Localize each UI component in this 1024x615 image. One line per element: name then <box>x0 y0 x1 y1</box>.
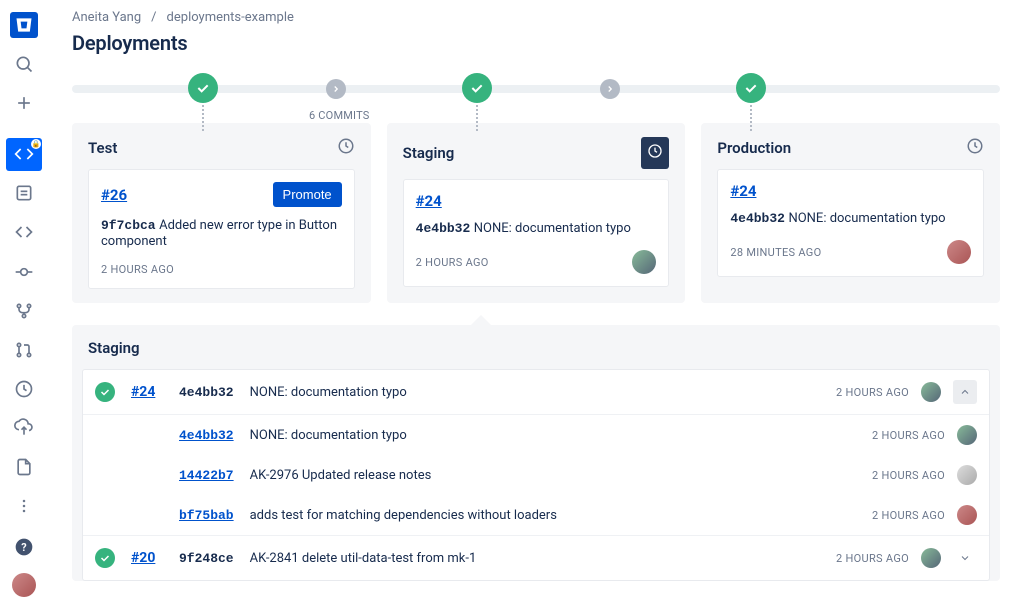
deployment-history-panel: Staging #24 4e4bb32 NONE: documentation … <box>72 325 1000 581</box>
env-title: Production <box>717 139 791 157</box>
lock-icon: 🔒 <box>31 139 41 149</box>
commit-hash: 9f7cbca <box>101 218 156 233</box>
avatar[interactable] <box>957 425 977 445</box>
time-ago: 2 HOURS AGO <box>836 552 909 565</box>
commit-message: NONE: documentation typo <box>474 221 631 236</box>
overview-icon[interactable] <box>6 177 42 210</box>
deployment-row[interactable]: #24 4e4bb32 NONE: documentation typo 2 H… <box>83 370 989 415</box>
pipeline-node-production[interactable] <box>736 73 766 103</box>
breadcrumb: Aneita Yang / deployments-example <box>72 10 1000 25</box>
pipeline-arrow <box>600 79 620 99</box>
pipeline-node-staging[interactable] <box>462 73 492 103</box>
promote-button[interactable]: Promote <box>273 182 342 207</box>
time-ago: 2 HOURS AGO <box>101 263 174 276</box>
pull-requests-icon[interactable] <box>6 333 42 366</box>
commit-message: NONE: documentation typo <box>788 211 945 226</box>
avatar[interactable] <box>921 548 941 568</box>
deployment-number[interactable]: #26 <box>101 186 127 204</box>
deployments-icon[interactable] <box>6 412 42 445</box>
commit-message: NONE: documentation typo <box>250 385 407 400</box>
breadcrumb-owner[interactable]: Aneita Yang <box>72 10 141 25</box>
commit-row: 4e4bb32 NONE: documentation typo 2 HOURS… <box>83 415 989 455</box>
status-success-icon <box>95 548 115 568</box>
expand-button[interactable] <box>953 546 977 570</box>
breadcrumb-repo[interactable]: deployments-example <box>167 10 294 25</box>
history-icon[interactable] <box>966 137 984 159</box>
commit-message: AK-2841 delete util-data-test from mk-1 <box>250 551 477 566</box>
commit-hash-link[interactable]: 14422b7 <box>179 468 234 483</box>
deployment-pipeline: 6 COMMITS <box>72 73 1000 119</box>
commit-hash-link[interactable]: bf75bab <box>179 508 234 523</box>
page-title: Deployments <box>72 31 1000 55</box>
env-card-production: Production #24 4e4bb32 NONE: documentati… <box>701 123 1000 303</box>
commit-message: NONE: documentation typo <box>250 428 407 443</box>
deployment-number[interactable]: #24 <box>131 384 163 400</box>
main-content: Aneita Yang / deployments-example Deploy… <box>48 0 1024 615</box>
pipeline-arrow <box>326 79 346 99</box>
commit-hash: 4e4bb32 <box>416 221 471 236</box>
commit-row: 14422b7 AK-2976 Updated release notes 2 … <box>83 455 989 495</box>
commit-message: adds test for matching dependencies with… <box>250 508 557 523</box>
commit-row: bf75bab adds test for matching dependenc… <box>83 495 989 536</box>
commit-hash: 4e4bb32 <box>730 211 785 226</box>
bitbucket-logo[interactable] <box>10 12 38 38</box>
env-card-staging: Staging #24 4e4bb32 NONE: documentation … <box>387 123 686 303</box>
time-ago: 2 HOURS AGO <box>872 469 945 482</box>
deployment-row[interactable]: #20 9f248ce AK-2841 delete util-data-tes… <box>83 536 989 580</box>
env-card-test: Test #26 Promote 9f7cbca Added new error… <box>72 123 371 303</box>
source-icon[interactable]: 🔒 <box>6 138 42 171</box>
commit-message: AK-2976 Updated release notes <box>250 468 432 483</box>
help-icon[interactable]: ? <box>6 529 42 565</box>
history-icon[interactable] <box>641 137 669 169</box>
time-ago: 2 HOURS AGO <box>836 386 909 399</box>
avatar[interactable] <box>921 382 941 402</box>
commit-hash-link[interactable]: 4e4bb32 <box>179 428 234 443</box>
pipelines-icon[interactable] <box>6 372 42 405</box>
history-icon[interactable] <box>337 137 355 159</box>
time-ago: 2 HOURS AGO <box>872 509 945 522</box>
detail-title: Staging <box>72 327 1000 369</box>
svg-text:?: ? <box>21 541 26 554</box>
commit-hash: 9f248ce <box>179 551 234 566</box>
env-title: Test <box>88 139 117 157</box>
commits-count-label: 6 COMMITS <box>309 109 370 122</box>
deployment-number[interactable]: #20 <box>131 550 163 566</box>
downloads-icon[interactable] <box>6 451 42 484</box>
deployment-number[interactable]: #24 <box>730 182 756 200</box>
branches-icon[interactable] <box>6 294 42 327</box>
deployment-number[interactable]: #24 <box>416 192 442 210</box>
avatar[interactable] <box>957 465 977 485</box>
search-icon[interactable] <box>6 48 42 81</box>
avatar[interactable] <box>947 240 971 264</box>
time-ago: 2 HOURS AGO <box>416 256 489 269</box>
time-ago: 2 HOURS AGO <box>872 429 945 442</box>
commits-icon[interactable] <box>6 255 42 288</box>
avatar[interactable] <box>957 505 977 525</box>
avatar[interactable] <box>632 250 656 274</box>
env-title: Staging <box>403 144 455 162</box>
environment-cards: Test #26 Promote 9f7cbca Added new error… <box>72 123 1000 303</box>
collapse-button[interactable] <box>953 380 977 404</box>
create-icon[interactable] <box>6 87 42 120</box>
profile-avatar[interactable] <box>12 573 36 597</box>
more-icon[interactable] <box>6 490 42 523</box>
commit-hash: 4e4bb32 <box>179 385 234 400</box>
time-ago: 28 MINUTES AGO <box>730 246 821 259</box>
pipeline-node-test[interactable] <box>188 73 218 103</box>
code-icon[interactable] <box>6 216 42 249</box>
status-success-icon <box>95 382 115 402</box>
global-sidebar: 🔒 ? <box>0 0 48 611</box>
